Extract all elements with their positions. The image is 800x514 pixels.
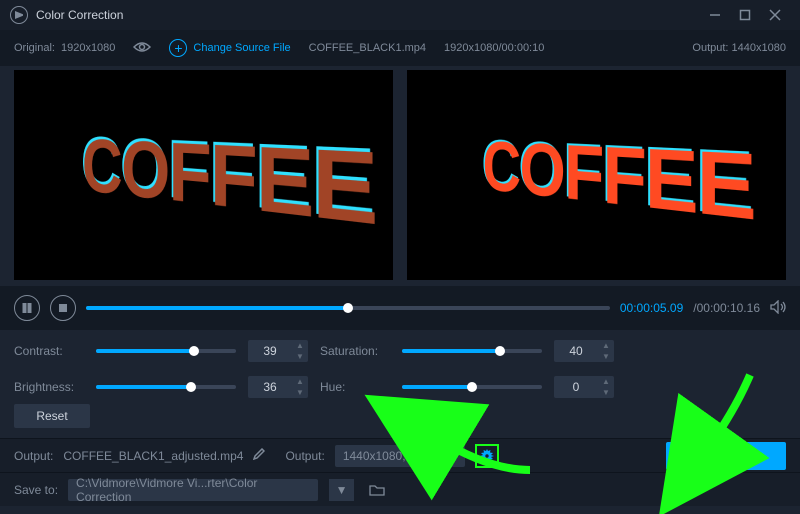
rename-icon[interactable] — [253, 448, 265, 463]
hue-label: Hue: — [320, 380, 390, 394]
export-button[interactable]: Export — [666, 442, 786, 470]
save-path-box[interactable]: C:\Vidmore\Vidmore Vi...rter\Color Corre… — [68, 479, 318, 501]
app-logo-icon — [10, 6, 28, 24]
saturation-step-up[interactable]: ▲ — [598, 340, 614, 351]
plus-circle-icon: + — [169, 39, 187, 57]
saturation-slider[interactable] — [402, 349, 542, 353]
brightness-value-box[interactable]: 36▲▼ — [248, 376, 308, 398]
contrast-step-up[interactable]: ▲ — [292, 340, 308, 351]
hue-value: 0 — [554, 380, 598, 394]
source-res-duration: 1920x1080/00:00:10 — [444, 42, 544, 54]
output-filename: COFFEE_BLACK1_adjusted.mp4 — [63, 449, 243, 463]
playback-controls: 00:00:05.09/00:00:10.16 — [0, 286, 800, 330]
original-resolution: 1920x1080 — [61, 42, 115, 54]
change-source-button[interactable]: + Change Source File — [169, 39, 290, 57]
output-spec: 1440x1080;24fps — [343, 449, 435, 463]
stop-button[interactable] — [50, 295, 76, 321]
hue-step-up[interactable]: ▲ — [598, 376, 614, 387]
sliders-panel: Contrast: 39▲▼ Saturation: 40▲▼ Brightne… — [0, 330, 800, 404]
brightness-label: Brightness: — [14, 380, 84, 394]
close-button[interactable] — [760, 0, 790, 30]
saturation-value-box[interactable]: 40▲▼ — [554, 340, 614, 362]
contrast-step-down[interactable]: ▼ — [292, 351, 308, 362]
saturation-step-down[interactable]: ▼ — [598, 351, 614, 362]
hue-slider[interactable] — [402, 385, 542, 389]
brightness-step-up[interactable]: ▲ — [292, 376, 308, 387]
preview-text: COFFEE — [482, 126, 754, 239]
output-spec-box[interactable]: 1440x1080;24fps — [335, 445, 465, 467]
hue-step-down[interactable]: ▼ — [598, 387, 614, 398]
timeline-fill — [86, 306, 348, 310]
original-label: Original: — [14, 42, 55, 54]
timeline-thumb[interactable] — [343, 303, 353, 313]
info-bar: Original: 1920x1080 + Change Source File… — [0, 30, 800, 66]
time-total: /00:00:10.16 — [693, 301, 760, 315]
open-folder-button[interactable] — [364, 479, 390, 501]
time-current: 00:00:05.09 — [620, 301, 683, 315]
brightness-value: 36 — [248, 380, 292, 394]
contrast-slider[interactable] — [96, 349, 236, 353]
maximize-button[interactable] — [730, 0, 760, 30]
output-row: Output: COFFEE_BLACK1_adjusted.mp4 Outpu… — [0, 438, 800, 472]
output-settings-button[interactable] — [475, 444, 499, 468]
brightness-step-down[interactable]: ▼ — [292, 387, 308, 398]
volume-icon[interactable] — [770, 300, 786, 317]
output-spec-label: Output: — [285, 449, 324, 463]
saturation-value: 40 — [554, 344, 598, 358]
hue-value-box[interactable]: 0▲▼ — [554, 376, 614, 398]
save-path-dropdown[interactable]: ▼ — [328, 479, 354, 501]
original-preview: COFFEECOFFEE — [14, 70, 393, 280]
save-path: C:\Vidmore\Vidmore Vi...rter\Color Corre… — [76, 476, 310, 504]
preview-text: COFFEE — [82, 124, 376, 247]
brightness-slider[interactable] — [96, 385, 236, 389]
preview-area: COFFEECOFFEE COFFEECOFFEE — [0, 66, 800, 280]
preview-eye-icon[interactable] — [133, 41, 151, 56]
window-title: Color Correction — [36, 8, 123, 22]
change-source-label: Change Source File — [193, 42, 290, 54]
contrast-label: Contrast: — [14, 344, 84, 358]
source-filename: COFFEE_BLACK1.mp4 — [309, 42, 426, 54]
minimize-button[interactable] — [700, 0, 730, 30]
save-row: Save to: C:\Vidmore\Vidmore Vi...rter\Co… — [0, 472, 800, 506]
contrast-value: 39 — [248, 344, 292, 358]
output-label: Output: — [692, 42, 728, 54]
saturation-label: Saturation: — [320, 344, 390, 358]
output-resolution: 1440x1080 — [732, 42, 786, 54]
reset-button[interactable]: Reset — [14, 404, 90, 428]
timeline-slider[interactable] — [86, 306, 610, 310]
save-to-label: Save to: — [14, 483, 58, 497]
pause-button[interactable] — [14, 295, 40, 321]
output-file-label: Output: — [14, 449, 53, 463]
contrast-value-box[interactable]: 39▲▼ — [248, 340, 308, 362]
adjusted-preview: COFFEECOFFEE — [407, 70, 786, 280]
titlebar: Color Correction — [0, 0, 800, 30]
